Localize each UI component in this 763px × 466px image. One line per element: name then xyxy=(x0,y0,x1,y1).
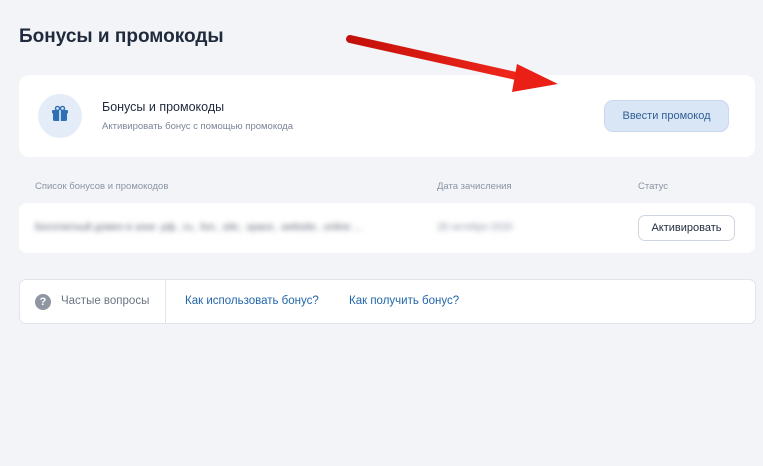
faq-label: Частые вопросы xyxy=(61,295,150,307)
gift-box-icon xyxy=(51,105,69,128)
question-circle-icon: ? xyxy=(35,294,51,310)
faq-bar: ? Частые вопросы Как использовать бонус?… xyxy=(19,279,756,324)
promo-card: Бонусы и промокоды Активировать бонус с … xyxy=(19,75,755,157)
activate-button[interactable]: Активировать xyxy=(638,215,735,241)
page: Бонусы и промокоды Бонусы и промокоды Ак… xyxy=(0,0,763,466)
page-title: Бонусы и промокоды xyxy=(19,26,224,47)
table-row: Бесплатный домен в зоне .рф, .ru, .fun, … xyxy=(19,203,755,253)
faq-link-how-to-use[interactable]: Как использовать бонус? xyxy=(185,295,319,307)
column-header-list: Список бонусов и промокодов xyxy=(35,181,169,192)
column-header-status: Статус xyxy=(638,181,669,192)
promo-icon-wrapper xyxy=(38,94,82,138)
promo-card-subtitle: Активировать бонус с помощью промокода xyxy=(102,121,293,132)
bonus-date: 28 октября 2020 xyxy=(437,222,513,233)
faq-divider xyxy=(165,280,166,323)
bonus-name: Бесплатный домен в зоне .рф, .ru, .fun, … xyxy=(35,222,362,233)
column-header-date: Дата зачисления xyxy=(437,181,512,192)
promo-card-title: Бонусы и промокоды xyxy=(102,100,225,114)
enter-promocode-button[interactable]: Ввести промокод xyxy=(604,100,729,132)
faq-link-how-to-get[interactable]: Как получить бонус? xyxy=(349,295,459,307)
